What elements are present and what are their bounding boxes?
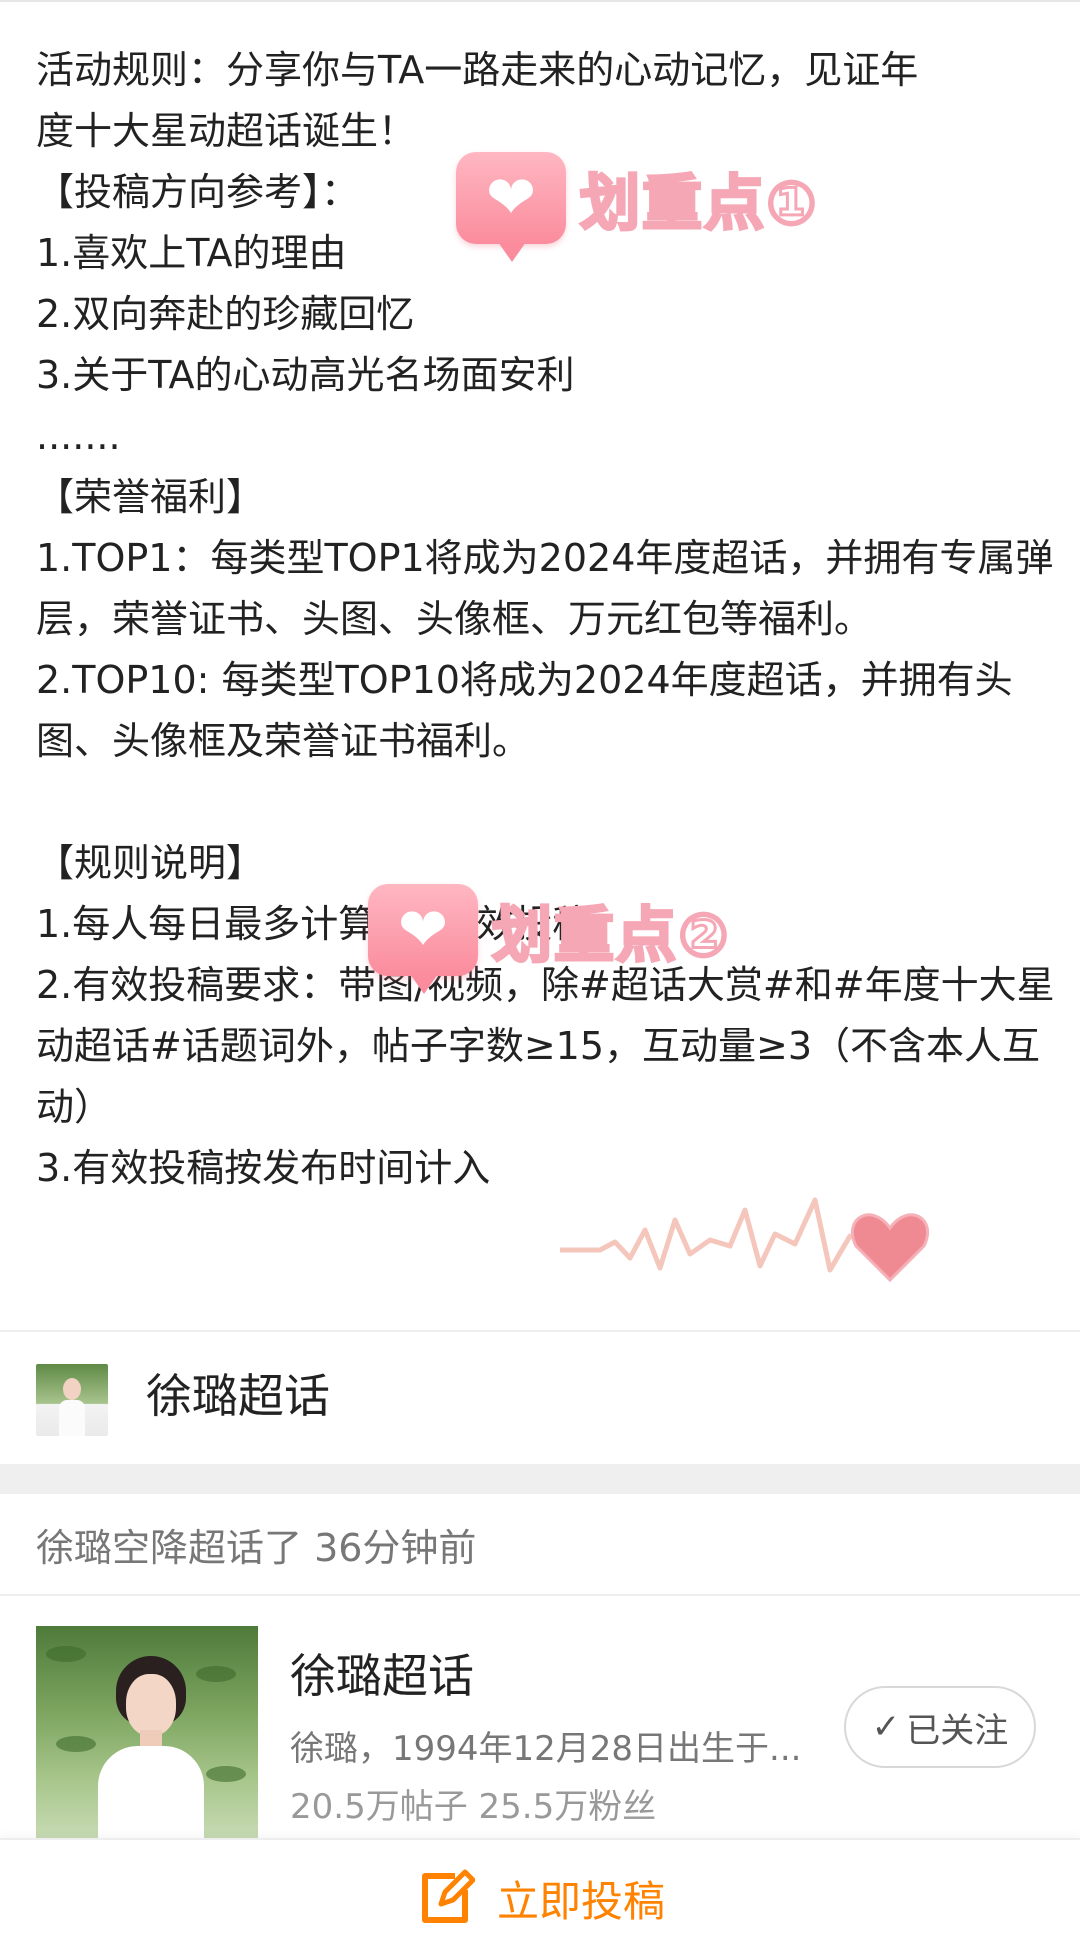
heart-icon: ❤: [368, 884, 478, 994]
topic-avatar[interactable]: [36, 1364, 108, 1436]
follow-button[interactable]: ✓ 已关注: [844, 1686, 1036, 1768]
sticker-label: 划重点②: [491, 899, 731, 972]
topic-card[interactable]: 徐璐超话 徐璐，1994年12月28日出生于... 20.5万帖子 25.5万粉…: [0, 1596, 1080, 1842]
check-icon: ✓: [871, 1707, 901, 1747]
topic-name[interactable]: 徐璐超话: [146, 1366, 330, 1426]
edit-icon: [421, 1869, 475, 1923]
section-heading: 【荣誉福利】: [36, 475, 265, 519]
top-divider: [0, 0, 1080, 2]
rules-line: .......: [36, 414, 121, 458]
topic-card-stats: 20.5万帖子 25.5万粉丝: [290, 1787, 657, 1827]
rules-line: 1.TOP1：每类型TOP1将成为2024年度超话，并拥有专属弹层，荣誉证书、头…: [36, 536, 1054, 641]
follow-label: 已关注: [906, 1710, 1009, 1751]
topic-card-description: 徐璐，1994年12月28日出生于...: [290, 1729, 802, 1769]
heart-icon: ❤: [456, 152, 566, 262]
rules-line: 活动规则：分享你与TA一路走来的心动记忆，见证年: [36, 48, 919, 92]
section-separator: [0, 1464, 1080, 1494]
post-button-label: 立即投稿: [496, 1876, 665, 1926]
topic-cover-image[interactable]: [36, 1626, 258, 1842]
heartbeat-decoration: [560, 1197, 930, 1283]
rules-line: 2.双向奔赴的珍藏回忆: [36, 292, 415, 336]
highlight-sticker-1: ❤ 划重点①: [456, 152, 819, 262]
rules-line: 2.有效投稿要求：带图/视频，除#超话大赏#和#年度十大星动超话#话题词外，帖子…: [36, 963, 1055, 1129]
topic-row[interactable]: 徐璐超话: [0, 1332, 1080, 1462]
rules-line: 3.关于TA的心动高光名场面安利: [36, 353, 575, 397]
activity-notice: 徐璐空降超话了 36分钟前: [36, 1526, 477, 1570]
topic-card-name[interactable]: 徐璐超话: [290, 1646, 474, 1706]
sticker-label: 划重点①: [579, 167, 819, 240]
rules-line: 2.TOP10: 每类型TOP10将成为2024年度超话，并拥有头图、头像框及荣…: [36, 658, 1013, 763]
post-button[interactable]: 立即投稿: [0, 1838, 1080, 1956]
highlight-sticker-2: ❤ 划重点②: [368, 884, 731, 994]
